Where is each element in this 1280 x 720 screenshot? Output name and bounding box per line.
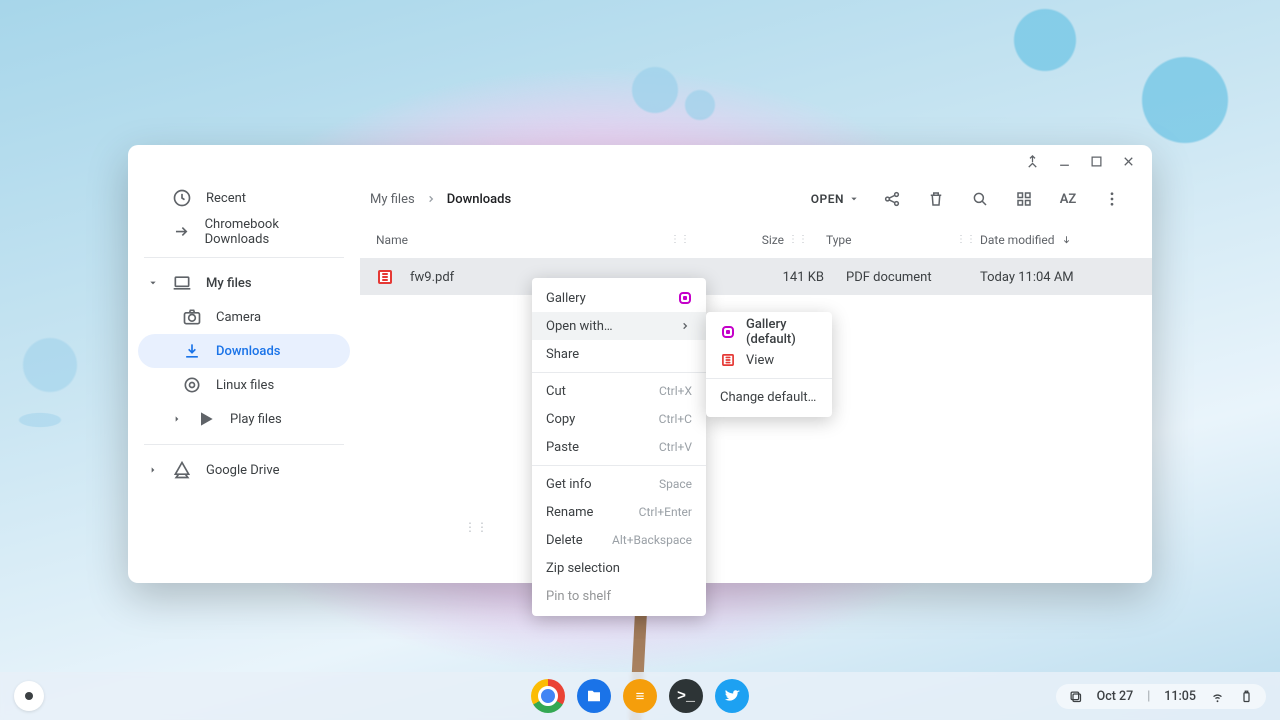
grid-view-icon[interactable] xyxy=(1006,181,1042,217)
share-icon[interactable] xyxy=(874,181,910,217)
app-chrome[interactable] xyxy=(531,679,565,713)
app-files[interactable] xyxy=(577,679,611,713)
sidebar-item-linux[interactable]: Linux files xyxy=(138,368,350,402)
battery-icon xyxy=(1239,689,1254,704)
context-menu: Gallery Open with… Share CutCtrl+X CopyC… xyxy=(532,278,706,616)
app-editor[interactable]: ≡ xyxy=(623,679,657,713)
column-headers: Name ⋮⋮ Size ⋮⋮ Type ⋮⋮ Date modified xyxy=(360,221,1152,259)
menu-pin-shelf[interactable]: Pin to shelf xyxy=(532,582,706,610)
col-name[interactable]: Name xyxy=(376,233,666,247)
menu-rename[interactable]: RenameCtrl+Enter xyxy=(532,498,706,526)
sidebar-item-label: Google Drive xyxy=(206,463,279,478)
delete-icon[interactable] xyxy=(918,181,954,217)
chevron-right-icon xyxy=(678,319,692,333)
minimize-icon[interactable] xyxy=(1056,153,1072,169)
chevron-down-icon xyxy=(850,195,858,203)
submenu-view[interactable]: View xyxy=(706,346,832,374)
sidebar-item-label: Downloads xyxy=(216,344,280,359)
chevron-right-icon[interactable] xyxy=(172,415,182,423)
sidebar-item-label: Recent xyxy=(206,191,246,206)
drive-icon xyxy=(172,460,192,480)
sidebar-item-label: Camera xyxy=(216,310,261,325)
breadcrumb-root[interactable]: My files xyxy=(370,192,415,207)
sidebar-item-label: Play files xyxy=(230,412,282,427)
sidebar-item-play[interactable]: Play files xyxy=(138,402,350,436)
gallery-icon xyxy=(720,324,736,340)
sidebar-item-label: My files xyxy=(206,276,252,291)
file-date: Today 11:04 AM xyxy=(980,270,1130,285)
window-titlebar xyxy=(128,145,1152,177)
close-icon[interactable] xyxy=(1120,153,1136,169)
sidebar: Recent Chromebook Downloads My files Cam… xyxy=(128,177,360,583)
menu-share[interactable]: Share xyxy=(532,340,706,368)
gallery-icon xyxy=(678,291,692,305)
menu-copy[interactable]: CopyCtrl+C xyxy=(532,405,706,433)
sort-button[interactable]: AZ xyxy=(1050,181,1086,217)
tray-time: 11:05 xyxy=(1164,689,1196,704)
tray-date: Oct 27 xyxy=(1097,689,1134,704)
col-type[interactable]: Type xyxy=(812,233,952,247)
breadcrumb: My files Downloads xyxy=(370,192,511,207)
sidebar-item-myfiles[interactable]: My files xyxy=(138,266,350,300)
sidebar-item-camera[interactable]: Camera xyxy=(138,300,350,334)
open-button[interactable]: OPEN xyxy=(803,186,866,212)
file-row[interactable]: fw9.pdf 141 KB PDF document Today 11:04 … xyxy=(360,259,1152,295)
launcher-button[interactable] xyxy=(14,681,44,711)
camera-icon xyxy=(182,307,202,327)
shelf: ≡ >_ Oct 27 | 11:05 xyxy=(0,672,1280,720)
menu-zip[interactable]: Zip selection xyxy=(532,554,706,582)
drag-handle-icon[interactable]: ⋮⋮ xyxy=(464,520,488,534)
submenu-gallery-default[interactable]: Gallery (default) xyxy=(706,318,832,346)
sidebar-item-label: Chromebook Downloads xyxy=(205,217,340,247)
menu-delete[interactable]: DeleteAlt+Backspace xyxy=(532,526,706,554)
sidebar-item-label: Linux files xyxy=(216,378,274,393)
maximize-icon[interactable] xyxy=(1088,153,1104,169)
menu-cut[interactable]: CutCtrl+X xyxy=(532,377,706,405)
wifi-icon xyxy=(1210,689,1225,704)
notifications-icon[interactable] xyxy=(1068,689,1083,704)
col-date[interactable]: Date modified xyxy=(980,233,1130,247)
arrow-right-icon xyxy=(172,222,191,241)
search-icon[interactable] xyxy=(962,181,998,217)
submenu-change-default[interactable]: Change default… xyxy=(706,383,832,411)
linux-icon xyxy=(182,375,202,395)
download-icon xyxy=(182,341,202,361)
menu-paste[interactable]: PasteCtrl+V xyxy=(532,433,706,461)
pdf-icon xyxy=(720,352,736,368)
sidebar-item-chromebook-downloads[interactable]: Chromebook Downloads xyxy=(138,215,350,249)
arrow-down-icon xyxy=(1061,234,1072,245)
menu-open-with[interactable]: Open with… xyxy=(532,312,706,340)
app-terminal[interactable]: >_ xyxy=(669,679,703,713)
pin-icon[interactable] xyxy=(1024,153,1040,169)
chevron-down-icon[interactable] xyxy=(148,279,158,287)
file-size: 141 KB xyxy=(734,270,824,285)
sidebar-item-recent[interactable]: Recent xyxy=(138,181,350,215)
sidebar-item-drive[interactable]: Google Drive xyxy=(138,453,350,487)
column-grip-icon[interactable]: ⋮⋮ xyxy=(784,234,812,245)
pdf-icon xyxy=(376,268,394,286)
toolbar: My files Downloads OPEN AZ xyxy=(360,177,1152,221)
breadcrumb-current: Downloads xyxy=(447,192,511,207)
app-twitter[interactable] xyxy=(715,679,749,713)
sidebar-item-downloads[interactable]: Downloads xyxy=(138,334,350,368)
system-tray[interactable]: Oct 27 | 11:05 xyxy=(1056,684,1266,709)
chevron-right-icon[interactable] xyxy=(148,466,158,474)
open-with-submenu: Gallery (default) View Change default… xyxy=(706,312,832,417)
laptop-icon xyxy=(172,273,192,293)
menu-info[interactable]: Get infoSpace xyxy=(532,470,706,498)
column-grip-icon[interactable]: ⋮⋮ xyxy=(952,234,980,245)
play-icon xyxy=(196,409,216,429)
column-grip-icon[interactable]: ⋮⋮ xyxy=(666,234,694,245)
clock-icon xyxy=(172,188,192,208)
more-icon[interactable] xyxy=(1094,181,1130,217)
file-type: PDF document xyxy=(832,270,972,285)
chevron-right-icon xyxy=(427,192,435,207)
col-size[interactable]: Size xyxy=(694,233,784,247)
menu-gallery[interactable]: Gallery xyxy=(532,284,706,312)
